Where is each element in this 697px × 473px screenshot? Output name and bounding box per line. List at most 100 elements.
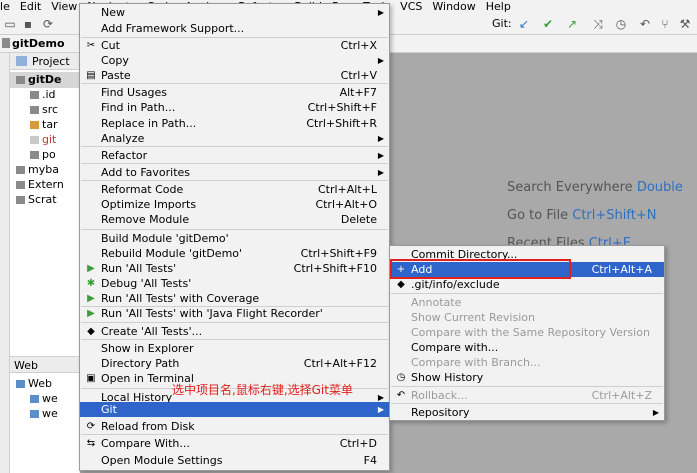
menu-item-label: Paste	[101, 69, 131, 82]
menu-item-git-info-exclude[interactable]: ◆ .git/info/exclude	[390, 277, 664, 292]
submenu-arrow-icon: ▶	[377, 151, 384, 160]
sync-icon[interactable]: ⟳	[40, 16, 56, 32]
menu-item-label: Git	[101, 403, 117, 416]
menu-window[interactable]: Window	[427, 0, 480, 13]
project-view-icon	[16, 56, 27, 66]
project-folder-icon	[2, 38, 10, 48]
menu-item-label: Remove Module	[101, 213, 190, 226]
tree-item-label: myba	[28, 163, 59, 176]
menu-item-find-usages[interactable]: Find Usages Alt+F7	[80, 85, 389, 100]
run-all-tests-with-coverage-icon: ▶	[87, 293, 95, 304]
menu-separator	[81, 180, 388, 181]
menu-item-compare-with-the-same-repository-version[interactable]: Compare with the Same Repository Version	[390, 325, 664, 340]
folder-icon	[30, 91, 39, 99]
tree-item-label: gitDe	[28, 73, 62, 86]
menu-item-copy[interactable]: Copy ▶	[80, 53, 389, 68]
menu-item-show-in-explorer[interactable]: Show in Explorer	[80, 341, 389, 356]
hint-go-to-file: Go to File Ctrl+Shift+N	[507, 208, 657, 223]
web-tree-item[interactable]: we	[10, 406, 80, 422]
menu-item-rebuild-module-gitdemo[interactable]: Rebuild Module 'gitDemo' Ctrl+Shift+F9	[80, 246, 389, 261]
git-toolbar-label: Git:	[492, 17, 512, 30]
menu-item-reload-from-disk[interactable]: ⟳ Reload from Disk	[80, 419, 389, 434]
settings-icon[interactable]: ⚒	[677, 16, 693, 32]
web-tree-label: we	[42, 392, 58, 405]
web-tree-label: Web	[28, 377, 52, 390]
web-tree-item[interactable]: we	[10, 391, 80, 407]
menu-separator	[391, 386, 663, 387]
menu-item-optimize-imports[interactable]: Optimize Imports Ctrl+Alt+O	[80, 197, 389, 212]
menu-item-label: Cut	[101, 39, 120, 52]
tree-item[interactable]: tar	[10, 117, 80, 133]
tree-item[interactable]: git	[10, 132, 80, 148]
menu-item-build-module-gitdemo[interactable]: Build Module 'gitDemo'	[80, 231, 389, 246]
menu-item-git[interactable]: Git ▶	[80, 402, 389, 417]
menu-item-refactor[interactable]: Refactor ▶	[80, 148, 389, 163]
menu-item-label: Find Usages	[101, 86, 168, 99]
run-all-tests-with-java-flight-recorder-icon: ▶	[87, 308, 95, 319]
submenu-arrow-icon: ▶	[377, 56, 384, 65]
menu-item-add-to-favorites[interactable]: Add to Favorites ▶	[80, 165, 389, 180]
web-icon	[16, 380, 25, 388]
open-folder-icon[interactable]: ▭	[2, 16, 18, 32]
folder-icon	[30, 136, 39, 144]
menu-item-compare-with-branch[interactable]: Compare with Branch...	[390, 355, 664, 370]
menu-item-run-all-tests[interactable]: ▶ Run 'All Tests' Ctrl+Shift+F10	[80, 261, 389, 276]
tree-item[interactable]: po	[10, 147, 80, 163]
menu-item-new[interactable]: New ▶	[80, 5, 389, 20]
menu-item-show-history[interactable]: ◷ Show History	[390, 370, 664, 385]
menu-item-add-framework-support[interactable]: Add Framework Support...	[80, 21, 389, 36]
menu-item-paste[interactable]: ▤ Paste Ctrl+V	[80, 68, 389, 83]
breadcrumb-project[interactable]: gitDemo	[12, 36, 65, 52]
menu-item-find-in-path[interactable]: Find in Path... Ctrl+Shift+F	[80, 100, 389, 115]
menu-item-remove-module[interactable]: Remove Module Delete	[80, 212, 389, 227]
web-panel-title[interactable]: Web	[14, 358, 38, 373]
menu-item-compare-with[interactable]: ⇆ Compare With... Ctrl+D	[80, 436, 389, 451]
menu-item-reformat-code[interactable]: Reformat Code Ctrl+Alt+L	[80, 182, 389, 197]
menu-item-label: Compare With...	[101, 437, 190, 450]
menu-help[interactable]: Help	[481, 0, 516, 13]
menu-item-rollback[interactable]: ↶ Rollback... Ctrl+Alt+Z	[390, 388, 664, 403]
web-icon	[30, 395, 39, 403]
web-tree-item[interactable]: Web	[10, 376, 80, 392]
git-merge-icon[interactable]: ⤨	[590, 16, 606, 32]
rollback-icon: ↶	[396, 390, 406, 401]
menu-item-directory-path[interactable]: Directory Path Ctrl+Alt+F12	[80, 356, 389, 371]
menu-item-debug-all-tests[interactable]: ✱ Debug 'All Tests'	[80, 276, 389, 291]
reload-from-disk-icon: ⟳	[86, 421, 96, 432]
menu-item-run-all-tests-with-coverage[interactable]: ▶ Run 'All Tests' with Coverage	[80, 291, 389, 306]
menu-item-show-current-revision[interactable]: Show Current Revision	[390, 310, 664, 325]
menu-item-analyze[interactable]: Analyze ▶	[80, 131, 389, 146]
menu-item-annotate[interactable]: Annotate	[390, 295, 664, 310]
git-update-icon[interactable]: ↙	[516, 16, 532, 32]
rollback-icon[interactable]: ↶	[637, 16, 653, 32]
menu-item-replace-in-path[interactable]: Replace in Path... Ctrl+Shift+R	[80, 116, 389, 131]
history-icon[interactable]: ◷	[613, 16, 629, 32]
git-commit-icon[interactable]: ✔	[540, 16, 556, 32]
menu-item-repository[interactable]: Repository ▶	[390, 405, 664, 420]
menu-ile[interactable]: ile	[0, 0, 15, 13]
menu-item-label: Run 'All Tests' with 'Java Flight Record…	[101, 307, 323, 320]
project-panel-title[interactable]: Project	[32, 54, 70, 69]
menu-edit[interactable]: Edit	[15, 0, 46, 13]
menu-item-shortcut: Ctrl+Shift+F9	[300, 247, 377, 260]
menu-separator	[81, 163, 388, 164]
menu-vcs[interactable]: VCS	[395, 0, 427, 13]
menu-item-run-all-tests-with-java-flight-recorder[interactable]: ▶ Run 'All Tests' with 'Java Flight Recor…	[80, 306, 389, 321]
tree-item[interactable]: myba	[10, 162, 80, 178]
menu-item-create-all-tests[interactable]: ◆ Create 'All Tests'...	[80, 324, 389, 339]
tree-item[interactable]: .id	[10, 87, 80, 103]
branch-icon[interactable]: ⑂	[657, 16, 673, 32]
menu-view[interactable]: View	[46, 0, 82, 13]
tree-item[interactable]: Extern	[10, 177, 80, 193]
save-icon[interactable]: ▪	[20, 16, 36, 32]
tree-item[interactable]: gitDe	[10, 72, 80, 88]
menu-item-label: Run 'All Tests' with Coverage	[101, 292, 260, 305]
menu-item-open-module-settings[interactable]: Open Module Settings F4	[80, 453, 389, 468]
tree-item[interactable]: Scrat	[10, 192, 80, 208]
menu-item-compare-with[interactable]: Compare with...	[390, 340, 664, 355]
git-push-icon[interactable]: ↗	[564, 16, 580, 32]
menu-separator	[81, 306, 388, 307]
menu-item-cut[interactable]: ✂ Cut Ctrl+X	[80, 38, 389, 53]
menu-item-label: Directory Path	[101, 357, 180, 370]
tree-item[interactable]: src	[10, 102, 80, 118]
